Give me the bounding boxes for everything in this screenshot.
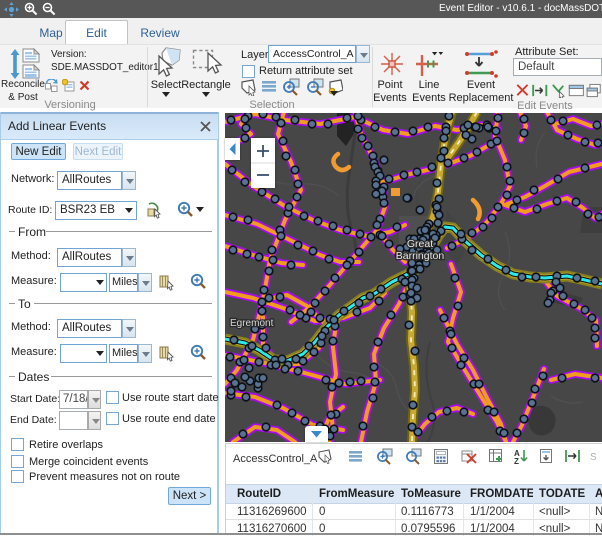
svg-text:Z: Z <box>514 457 519 465</box>
svg-text:Great: Great <box>407 238 433 250</box>
svg-text:Egremont: Egremont <box>230 318 274 329</box>
svg-text:Barrington: Barrington <box>396 250 445 262</box>
svg-text:S: S <box>590 452 597 463</box>
